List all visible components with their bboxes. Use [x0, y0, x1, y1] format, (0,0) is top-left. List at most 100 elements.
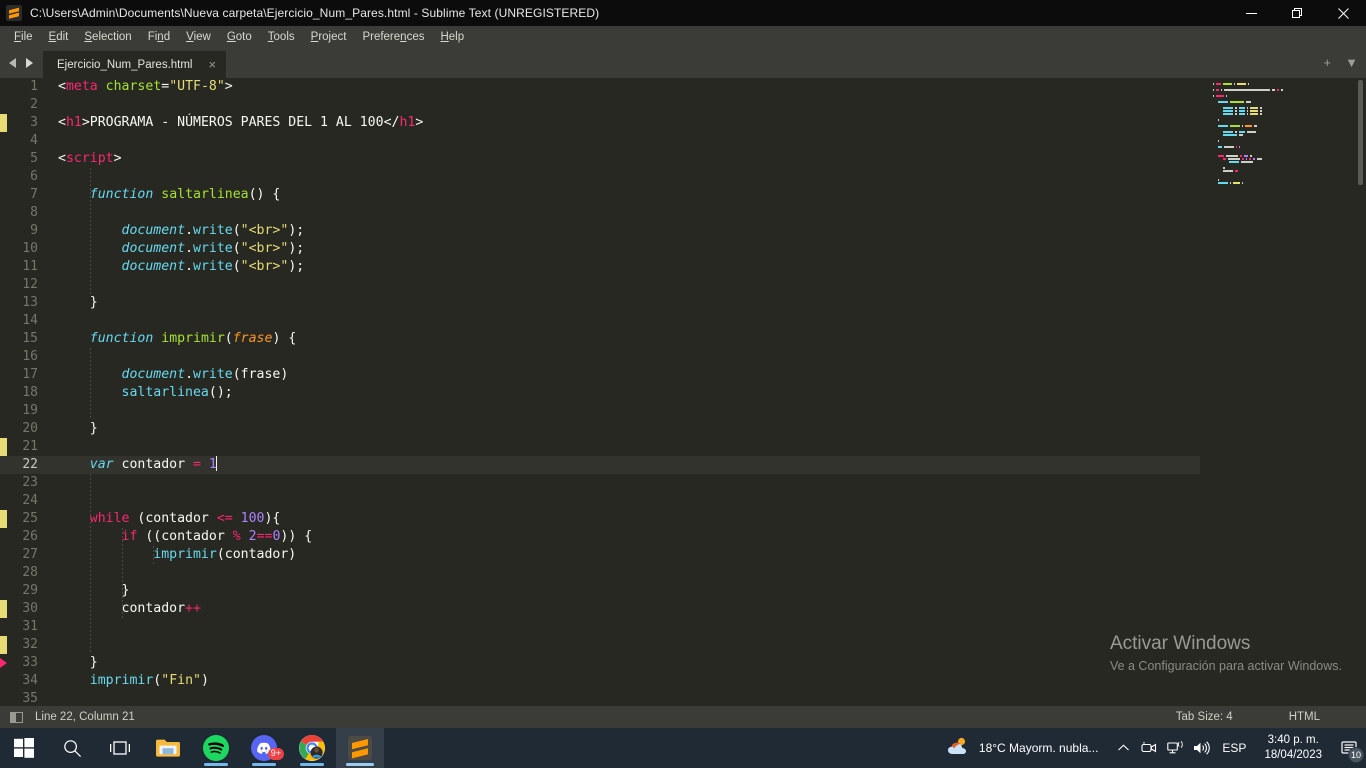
code-text[interactable]: contador++	[46, 600, 201, 618]
menu-item-find[interactable]: Find	[140, 29, 178, 45]
code-line[interactable]: 35	[0, 690, 1200, 706]
tab-nav-arrows[interactable]	[0, 47, 43, 78]
code-line[interactable]: 20 }	[0, 420, 1200, 438]
tab-close-icon[interactable]: ×	[209, 58, 217, 71]
language-indicator[interactable]: ESP	[1214, 728, 1254, 768]
code-line[interactable]: 28	[0, 564, 1200, 582]
taskbar-item-discord[interactable]: 9+	[240, 728, 288, 768]
code-text[interactable]: }	[46, 420, 98, 438]
taskbar-item-task-view-button[interactable]	[96, 728, 144, 768]
code-line[interactable]: 14	[0, 312, 1200, 330]
minimap-scrollbar[interactable]	[1358, 80, 1363, 185]
code-line[interactable]: 3 <h1>PROGRAMA - NÚMEROS PARES DEL 1 AL 1…	[0, 114, 1200, 132]
code-line[interactable]: 9 document.write("<br>");	[0, 222, 1200, 240]
code-text[interactable]: document.write(frase)	[46, 366, 289, 384]
code-text[interactable]: document.write("<br>");	[46, 240, 305, 258]
tab-size-label[interactable]: Tab Size: 4	[1176, 711, 1233, 723]
code-line[interactable]: 24	[0, 492, 1200, 510]
taskbar-item-chrome[interactable]	[288, 728, 336, 768]
code-line[interactable]: 34 imprimir("Fin")	[0, 672, 1200, 690]
cursor-position: Line 22, Column 21	[35, 711, 135, 723]
taskbar-item-spotify[interactable]	[192, 728, 240, 768]
code-line[interactable]: 7 function saltarlinea() {	[0, 186, 1200, 204]
code-line[interactable]: 21	[0, 438, 1200, 456]
code-line[interactable]: 4	[0, 132, 1200, 150]
code-line[interactable]: 2	[0, 96, 1200, 114]
code-line[interactable]: 1 <meta charset="UTF-8">	[0, 78, 1200, 96]
menu-item-edit[interactable]: Edit	[41, 29, 77, 45]
code-editor[interactable]: 1 <meta charset="UTF-8"> 2 3 <h1>PROGRAMA - …	[0, 78, 1366, 706]
code-line[interactable]: 26 if ((contador % 2==0)) {	[0, 528, 1200, 546]
camera-icon[interactable]	[1136, 728, 1162, 768]
code-text[interactable]: imprimir("Fin")	[46, 672, 209, 690]
close-button[interactable]	[1320, 0, 1366, 26]
code-text[interactable]: <meta charset="UTF-8">	[46, 78, 233, 96]
minimap[interactable]	[1205, 78, 1366, 706]
code-text[interactable]: document.write("<br>");	[46, 222, 305, 240]
menu-item-preferences[interactable]: Preferences	[354, 29, 432, 45]
syntax-label[interactable]: HTML	[1289, 711, 1320, 723]
restore-button[interactable]	[1274, 0, 1320, 26]
menu-item-project[interactable]: Project	[303, 29, 355, 45]
volume-icon[interactable]	[1188, 728, 1214, 768]
code-text[interactable]: var contador = 1	[46, 456, 217, 474]
code-line[interactable]: 8	[0, 204, 1200, 222]
code-line[interactable]: 25 while (contador <= 100){	[0, 510, 1200, 528]
menu-item-file[interactable]: File	[6, 29, 41, 45]
chevron-left-icon[interactable]	[9, 57, 18, 68]
code-line[interactable]: 31	[0, 618, 1200, 636]
code-text[interactable]: <script>	[46, 150, 122, 168]
code-line[interactable]: 5 <script>	[0, 150, 1200, 168]
code-text[interactable]: if ((contador % 2==0)) {	[46, 528, 313, 546]
editor-tab[interactable]: Ejercicio_Num_Pares.html ×	[43, 51, 227, 78]
taskbar-item-search-button[interactable]	[48, 728, 96, 768]
code-text[interactable]: imprimir(contador)	[46, 546, 296, 564]
code-line[interactable]: 30 contador++	[0, 600, 1200, 618]
code-text[interactable]: }	[46, 294, 98, 312]
weather-widget[interactable]: 18°C Mayorm. nubla...	[935, 728, 1111, 768]
menu-item-selection[interactable]: Selection	[76, 29, 139, 45]
code-line[interactable]: 23	[0, 474, 1200, 492]
code-line[interactable]: 32	[0, 636, 1200, 654]
chevron-right-icon[interactable]	[24, 57, 33, 68]
code-text[interactable]: }	[46, 582, 130, 600]
code-line[interactable]: 13 }	[0, 294, 1200, 312]
code-line[interactable]: 27 imprimir(contador)	[0, 546, 1200, 564]
line-number: 13	[22, 295, 38, 310]
code-line[interactable]: 17 document.write(frase)	[0, 366, 1200, 384]
notification-center-button[interactable]: 10	[1332, 728, 1366, 768]
menu-item-help[interactable]: Help	[432, 29, 472, 45]
code-line[interactable]: 15 function imprimir(frase) {	[0, 330, 1200, 348]
code-line[interactable]: 18 saltarlinea();	[0, 384, 1200, 402]
code-text[interactable]: while (contador <= 100){	[46, 510, 281, 528]
taskbar-item-sublime-text[interactable]	[336, 728, 384, 768]
code-text[interactable]: }	[46, 654, 98, 672]
code-text[interactable]: function saltarlinea() {	[46, 186, 281, 204]
minimize-button[interactable]	[1228, 0, 1274, 26]
clock[interactable]: 3:40 p. m. 18/04/2023	[1254, 733, 1332, 763]
code-lines[interactable]: 1 <meta charset="UTF-8"> 2 3 <h1>PROGRAMA - …	[0, 78, 1200, 706]
menu-item-goto[interactable]: Goto	[219, 29, 260, 45]
network-icon[interactable]	[1162, 728, 1188, 768]
code-line[interactable]: 19	[0, 402, 1200, 420]
code-text[interactable]: function imprimir(frase) {	[46, 330, 297, 348]
sidebar-toggle-icon[interactable]	[10, 711, 23, 723]
code-line[interactable]: 6	[0, 168, 1200, 186]
code-line[interactable]: 10 document.write("<br>");	[0, 240, 1200, 258]
taskbar-item-start-button[interactable]	[0, 728, 48, 768]
tab-menu-button[interactable]: ▼	[1345, 56, 1358, 69]
code-line[interactable]: 22 var contador = 1	[0, 456, 1200, 474]
code-text[interactable]: <h1>PROGRAMA - NÚMEROS PARES DEL 1 AL 10…	[46, 114, 423, 132]
code-line[interactable]: 33 }	[0, 654, 1200, 672]
menu-item-tools[interactable]: Tools	[260, 29, 303, 45]
code-line[interactable]: 11 document.write("<br>");	[0, 258, 1200, 276]
code-text[interactable]: saltarlinea();	[46, 384, 233, 402]
code-text[interactable]: document.write("<br>");	[46, 258, 305, 276]
new-tab-button[interactable]: +	[1324, 56, 1332, 69]
chevron-up-icon[interactable]	[1110, 728, 1136, 768]
code-line[interactable]: 29 }	[0, 582, 1200, 600]
code-line[interactable]: 16	[0, 348, 1200, 366]
menu-item-view[interactable]: View	[178, 29, 219, 45]
taskbar-item-file-explorer[interactable]	[144, 728, 192, 768]
code-line[interactable]: 12	[0, 276, 1200, 294]
